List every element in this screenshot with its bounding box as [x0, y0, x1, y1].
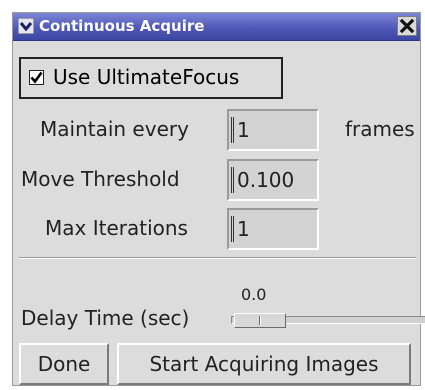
- delay-time-label: Delay Time (sec): [21, 306, 190, 330]
- move-threshold-value: 0.100: [237, 168, 295, 192]
- maintain-every-field[interactable]: 1: [227, 109, 319, 151]
- separator: [19, 257, 416, 259]
- chevron-down-icon[interactable]: [18, 18, 34, 34]
- maintain-every-value: 1: [237, 118, 250, 142]
- move-threshold-label: Move Threshold: [21, 167, 180, 191]
- window-title: Continuous Acquire: [39, 17, 205, 35]
- slider-grip: [259, 316, 261, 325]
- done-button[interactable]: Done: [19, 343, 109, 385]
- text-cursor: [231, 117, 234, 143]
- use-ultimatefocus-toggle[interactable]: Use UltimateFocus: [19, 57, 283, 99]
- close-button[interactable]: [397, 16, 417, 36]
- close-icon: [399, 18, 415, 34]
- start-acquiring-button[interactable]: Start Acquiring Images: [117, 343, 411, 385]
- move-threshold-field[interactable]: 0.100: [227, 159, 319, 201]
- checkmark-icon: [30, 71, 43, 84]
- max-iterations-field[interactable]: 1: [227, 208, 319, 250]
- use-ultimatefocus-label: Use UltimateFocus: [53, 65, 240, 89]
- max-iterations-label: Max Iterations: [45, 216, 188, 240]
- continuous-acquire-window: Continuous Acquire Use UltimateFocus Mai…: [12, 12, 425, 386]
- max-iterations-value: 1: [237, 217, 250, 241]
- maintain-every-label: Maintain every: [40, 117, 189, 141]
- title-bar: Continuous Acquire: [13, 13, 420, 41]
- text-cursor: [231, 167, 234, 193]
- use-ultimatefocus-checkbox[interactable]: [29, 70, 44, 85]
- text-cursor: [231, 216, 234, 242]
- frames-label: frames: [345, 117, 415, 141]
- delay-time-value: 0.0: [241, 285, 267, 304]
- delay-time-slider-thumb[interactable]: [234, 313, 286, 328]
